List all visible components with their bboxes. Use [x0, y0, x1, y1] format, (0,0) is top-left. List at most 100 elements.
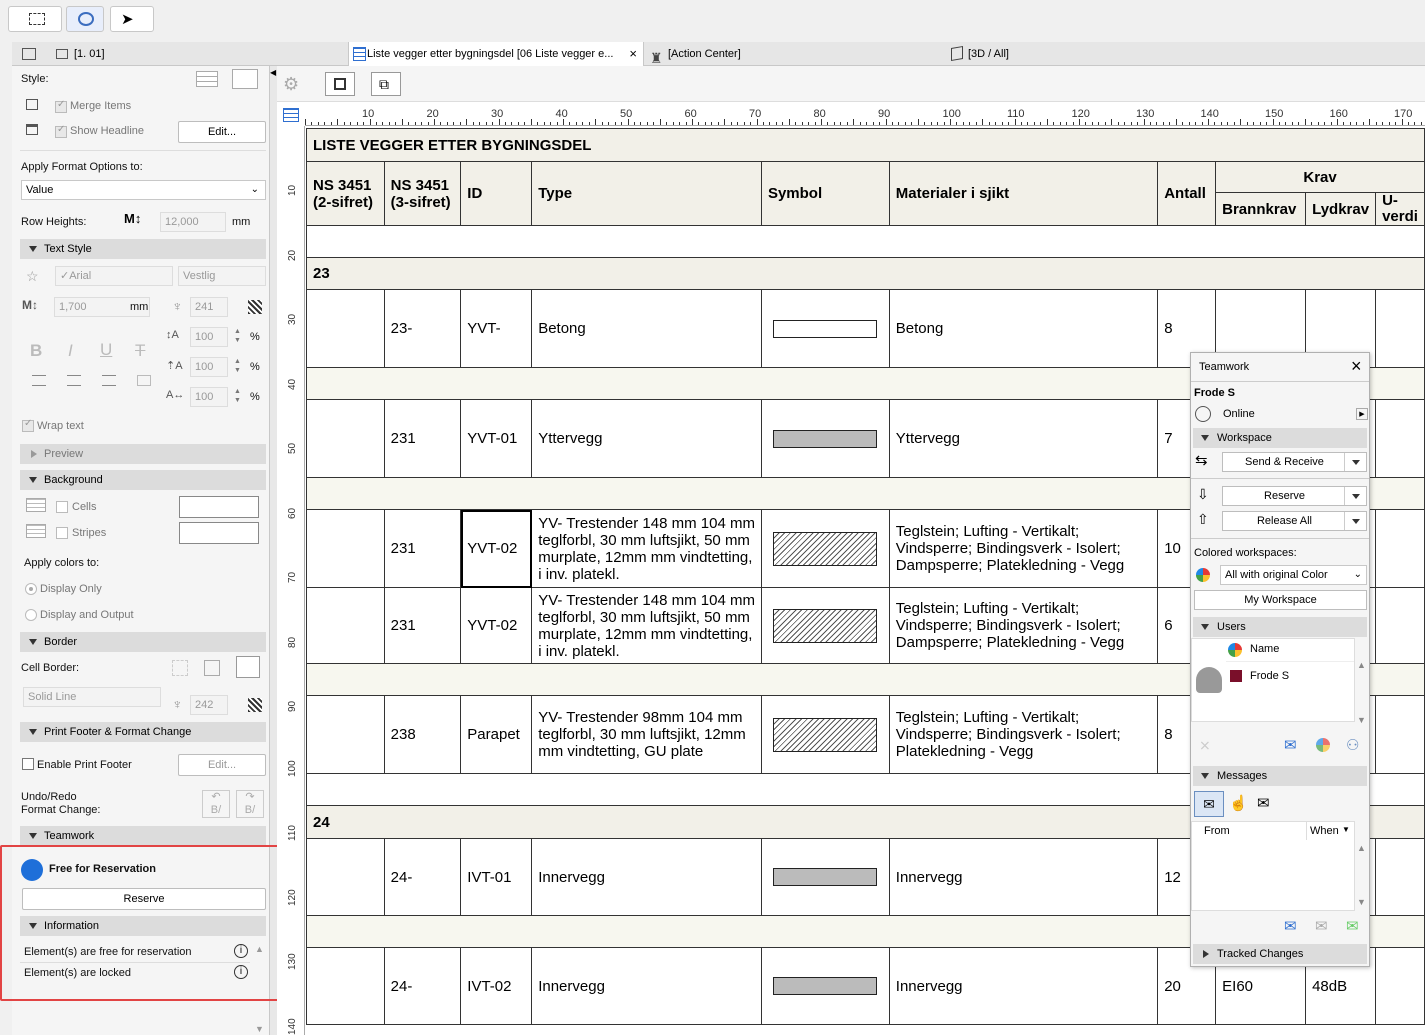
- tab-action-center[interactable]: ♜ [Action Center]: [648, 42, 944, 66]
- symbol-cell[interactable]: [760, 289, 890, 368]
- colored-workspaces-select[interactable]: All with original Color ⌄: [1220, 565, 1367, 585]
- ns2-cell[interactable]: [306, 838, 385, 916]
- teamwork-section[interactable]: Teamwork: [20, 826, 266, 846]
- users-section[interactable]: Users: [1193, 617, 1367, 637]
- preview-section[interactable]: Preview: [20, 444, 266, 464]
- ns3-cell[interactable]: 23-: [383, 289, 462, 368]
- header-brannkrav[interactable]: Brannkrav: [1215, 192, 1307, 226]
- background-section[interactable]: Background: [20, 470, 266, 490]
- border-none-icon[interactable]: [172, 660, 188, 676]
- request-icon[interactable]: ☝: [1229, 794, 1248, 812]
- sent-icon[interactable]: ✉: [1257, 794, 1270, 812]
- tab-3d[interactable]: [3D / All]: [948, 42, 1248, 66]
- dropdown-arrow-icon[interactable]: [1344, 512, 1366, 530]
- style-table-icon[interactable]: [232, 69, 258, 89]
- arrow-tool-button[interactable]: ➤: [110, 6, 154, 32]
- print-footer-section[interactable]: Print Footer & Format Change: [20, 722, 266, 742]
- symbol-cell[interactable]: [760, 587, 890, 664]
- width-factor-input[interactable]: 100: [190, 387, 228, 407]
- from-column-header[interactable]: From: [1204, 825, 1230, 837]
- send-receive-button[interactable]: Send & Receive: [1222, 452, 1367, 472]
- uverdi-cell[interactable]: [1375, 695, 1425, 774]
- uverdi-cell[interactable]: [1375, 399, 1425, 478]
- tracked-changes-section[interactable]: Tracked Changes: [1193, 944, 1367, 964]
- edit-headline-button[interactable]: Edit...: [178, 121, 266, 143]
- border-color-swatch[interactable]: [248, 698, 262, 712]
- header-lydkrav[interactable]: Lydkrav: [1305, 192, 1377, 226]
- type-cell[interactable]: Innervegg: [531, 947, 762, 1025]
- schedule-title[interactable]: LISTE VEGGER ETTER BYGNINGSDEL: [306, 128, 1425, 162]
- fit-view-button[interactable]: [325, 72, 355, 96]
- dropdown-arrow-icon[interactable]: [1344, 487, 1366, 505]
- strikethrough-icon[interactable]: T: [135, 341, 145, 361]
- ns2-cell[interactable]: [306, 509, 385, 588]
- new-message-icon[interactable]: ✉: [1284, 917, 1297, 935]
- collapse-panel-icon[interactable]: ◀: [270, 68, 276, 77]
- mark-read-icon[interactable]: ✉: [1346, 917, 1359, 935]
- materials-cell[interactable]: Innervegg: [888, 947, 1159, 1025]
- stepper-icon[interactable]: ▲ ▼: [234, 327, 241, 345]
- materials-cell[interactable]: Betong: [888, 289, 1159, 368]
- stripes-checkbox[interactable]: [56, 527, 68, 539]
- header-materials[interactable]: Materialer i sjikt: [888, 161, 1159, 226]
- uverdi-cell[interactable]: [1375, 947, 1425, 1025]
- status-arrow-icon[interactable]: ▶: [1356, 408, 1368, 420]
- inbox-icon[interactable]: ✉: [1194, 791, 1224, 817]
- char-width-input[interactable]: 100: [190, 327, 228, 347]
- ns3-cell[interactable]: 231: [383, 587, 462, 664]
- align-right-icon[interactable]: [102, 375, 116, 386]
- ns2-cell[interactable]: [306, 587, 385, 664]
- scroll-down-icon[interactable]: ▼: [255, 1024, 264, 1034]
- dropdown-arrow-icon[interactable]: [1344, 453, 1366, 471]
- when-column-header[interactable]: When: [1310, 825, 1339, 837]
- tab-schedule[interactable]: Liste vegger etter bygningsdel [06 Liste…: [348, 42, 644, 66]
- show-headline-checkbox[interactable]: [55, 124, 67, 138]
- pen-input[interactable]: 241: [190, 297, 228, 317]
- stepper-icon[interactable]: ▲ ▼: [234, 387, 241, 405]
- workspace-section[interactable]: Workspace: [1193, 428, 1367, 448]
- header-id[interactable]: ID: [460, 161, 533, 226]
- bold-icon[interactable]: B: [30, 341, 42, 361]
- settings-gear-icon[interactable]: ⚙: [283, 74, 299, 95]
- materials-cell[interactable]: Teglstein; Lufting - Vertikalt; Vindsper…: [888, 587, 1159, 664]
- stripes-color-swatch[interactable]: [179, 522, 259, 544]
- symbol-cell[interactable]: [760, 695, 890, 774]
- align-center-icon[interactable]: [67, 375, 81, 386]
- align-left-icon[interactable]: [32, 375, 46, 386]
- header-ns2[interactable]: NS 3451 (2-sifret): [306, 161, 385, 226]
- header-symbol[interactable]: Symbol: [760, 161, 890, 226]
- border-outer-icon[interactable]: [204, 660, 220, 676]
- user-color-icon[interactable]: [1316, 738, 1330, 752]
- font-script-select[interactable]: Vestlig: [178, 266, 266, 286]
- materials-cell[interactable]: Yttervegg: [888, 399, 1159, 478]
- type-cell[interactable]: Yttervegg: [531, 399, 762, 478]
- wrap-text-checkbox[interactable]: [22, 418, 34, 432]
- ns2-cell[interactable]: [306, 695, 385, 774]
- id-cell[interactable]: YVT-02: [460, 587, 533, 664]
- symbol-cell[interactable]: [760, 838, 890, 916]
- remove-user-icon[interactable]: ⨯: [1199, 737, 1211, 754]
- underline-icon[interactable]: U: [100, 340, 112, 360]
- border-section[interactable]: Border: [20, 632, 266, 652]
- display-output-radio[interactable]: [25, 609, 37, 621]
- messages-section[interactable]: Messages: [1193, 766, 1367, 786]
- ruler-origin-icon[interactable]: [283, 108, 299, 122]
- id-cell[interactable]: Parapet: [460, 695, 533, 774]
- uverdi-cell[interactable]: [1375, 587, 1425, 664]
- id-cell[interactable]: YVT-: [460, 289, 533, 368]
- close-icon[interactable]: ×: [1351, 356, 1362, 377]
- my-workspace-button[interactable]: My Workspace: [1194, 590, 1367, 610]
- id-cell[interactable]: IVT-01: [460, 838, 533, 916]
- symbol-cell[interactable]: [760, 399, 890, 478]
- cells-color-swatch[interactable]: [179, 496, 259, 518]
- header-type[interactable]: Type: [531, 161, 762, 226]
- scroll-down-icon[interactable]: ▼: [1357, 715, 1366, 725]
- undo-format-icon[interactable]: ↶ B/: [202, 790, 230, 818]
- italic-icon[interactable]: I: [68, 341, 73, 361]
- header-krav[interactable]: Krav: [1215, 161, 1425, 193]
- row-heights-input[interactable]: 12,000: [160, 212, 226, 232]
- format-tool-button[interactable]: ⧉: [371, 72, 401, 96]
- scroll-down-icon[interactable]: ▼: [1357, 897, 1366, 907]
- favorite-star-icon[interactable]: ☆: [26, 268, 39, 284]
- ns2-cell[interactable]: [306, 947, 385, 1025]
